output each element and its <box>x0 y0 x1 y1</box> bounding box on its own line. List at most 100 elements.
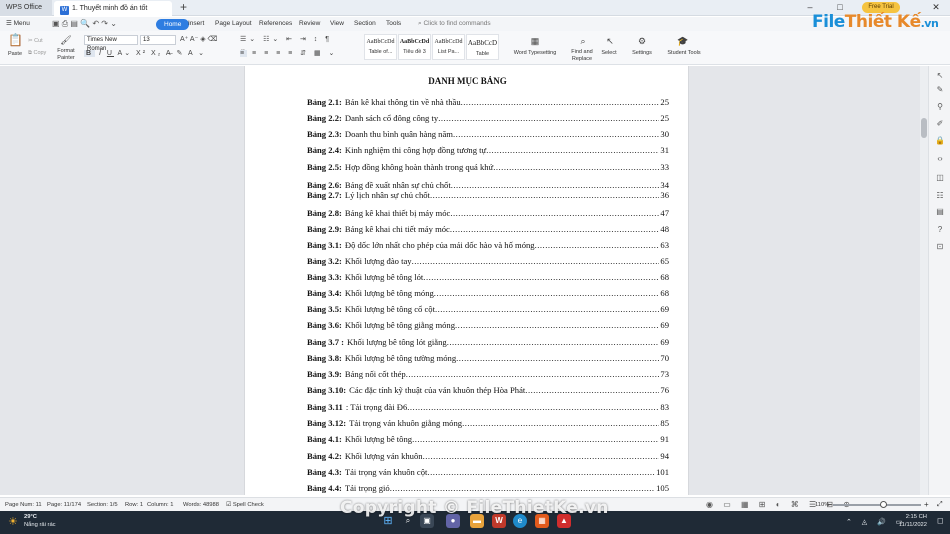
tab-tools[interactable]: Tools <box>386 17 401 31</box>
zoom-slider-handle[interactable] <box>880 501 887 508</box>
select-button[interactable]: Select <box>598 50 620 57</box>
settings-button[interactable]: Settings <box>626 50 658 57</box>
table-list-entry[interactable]: Bảng 2.8:Bảng kê khai thiết bị máy móc 47 <box>307 207 669 219</box>
table-list-entry[interactable]: Bảng 2.4: Kinh nghiệm thi công hợp đồng t… <box>307 144 669 156</box>
layers-icon[interactable]: ▤ <box>934 206 946 218</box>
table-list-entry[interactable]: Bảng 3.6:Khối lượng bê tông giằng móng 69 <box>307 319 669 331</box>
help-icon[interactable]: ? <box>934 224 946 236</box>
style-table[interactable]: AaBbCcD Table <box>466 34 499 60</box>
table-list-entry[interactable]: Bảng 3.5:Khối lượng bê tông cổ cột 69 <box>307 303 669 315</box>
spell-check-toggle[interactable]: ☑ Spell Check <box>226 498 264 512</box>
table-list-entry[interactable]: Bảng 2.2:Danh sách cổ đông công ty 25 <box>307 112 669 124</box>
edit-icon[interactable]: ✐ <box>934 118 946 130</box>
table-list-entry[interactable]: Bảng 2.7:Lý lịch nhân sự chủ chốt 36 <box>307 189 669 201</box>
student-tools-icon[interactable]: 🎓 <box>677 36 689 46</box>
font-name-select[interactable]: Times New Roman <box>84 35 138 52</box>
tab-page-layout[interactable]: Page Layout <box>215 17 252 31</box>
status-page-num[interactable]: Page Num: 11 <box>5 498 42 512</box>
word-typesetting-icon[interactable]: ▦ <box>528 36 542 46</box>
font-size-controls[interactable]: A⁺ A⁻ ◈ ⌫ <box>180 35 236 45</box>
tab-references[interactable]: References <box>259 17 292 31</box>
zoom-out-button[interactable]: – <box>828 498 832 512</box>
scrollbar-thumb[interactable] <box>921 118 927 138</box>
share-icon[interactable]: ⊡ <box>934 241 946 253</box>
table-list-entry[interactable]: Bảng 3.9:Bảng nối cốt thép 73 <box>307 368 669 380</box>
pen-icon[interactable]: ✎ <box>934 84 946 96</box>
table-list-entry[interactable]: Bảng 3.7 :Khối lượng bê tông lót giằng 69 <box>307 336 669 348</box>
tab-view[interactable]: View <box>330 17 344 31</box>
table-list-entry[interactable]: Bảng 3.4:Khối lượng bê tông móng 68 <box>307 287 669 299</box>
table-list-entry[interactable]: Bảng 4.3:Tải trọng ván khuôn cột 101 <box>307 466 669 478</box>
find-replace-button[interactable]: Find and Replace <box>568 49 596 63</box>
table-list-entry[interactable]: Bảng 3.1: Độ dốc lớn nhất cho phép của má… <box>307 239 669 251</box>
paste-button[interactable]: Paste <box>4 51 26 58</box>
tab-home[interactable]: Home <box>156 19 190 30</box>
table-list-entry[interactable]: Bảng 4.4:Tải trọng gió 105 <box>307 482 669 494</box>
word-typesetting-button[interactable]: Word Typesetting <box>508 50 562 57</box>
table-list-entry[interactable]: Bảng 2.3:Doanh thu bình quân hàng năm 30 <box>307 128 669 140</box>
tab-insert[interactable]: Insert <box>188 17 204 31</box>
table-list-entry[interactable]: Bảng 2.5: Hợp đồng không hoàn thành trong… <box>307 161 669 173</box>
format-painter-button[interactable]: Format Painter <box>54 48 78 62</box>
page-number: 94 <box>660 451 669 461</box>
status-page[interactable]: Page: 11/174 <box>47 498 81 512</box>
table-list-entry[interactable]: Bảng 4.1:Khối lượng bê tông 91 <box>307 433 669 445</box>
table-list-entry[interactable]: Bảng 3.3:Khối lượng bê tông lót 68 <box>307 271 669 283</box>
copyright-watermark: Copyright © FileThietKe.vn <box>340 498 609 518</box>
table-list-entry[interactable]: Bảng 4.2:Khối lượng ván khuôn 94 <box>307 450 669 462</box>
student-tools-button[interactable]: Student Tools <box>662 50 706 57</box>
status-words[interactable]: Words: 48988 <box>183 498 219 512</box>
lock-icon[interactable]: 🔒 <box>934 135 946 147</box>
zoom-slider[interactable] <box>833 504 921 506</box>
font-size-select[interactable]: 13 <box>140 35 176 45</box>
style-list-paragraph[interactable]: AaBbCcDd List Pa... <box>432 34 465 60</box>
document-tab[interactable]: W1. Thuyết minh đồ án tốt nghiệp <box>54 1 172 28</box>
new-tab-button[interactable]: + <box>180 0 187 15</box>
style-table-of[interactable]: AaBbCcDd Table of... <box>364 34 397 60</box>
find-replace-icon[interactable]: ⌕ <box>576 36 590 46</box>
leader-dots <box>427 466 655 478</box>
command-search[interactable]: ⌕ Click to find commands <box>418 17 491 31</box>
cut-button[interactable]: ✂ Cut <box>28 38 43 45</box>
style-tieu-de-3[interactable]: AaBbCcDd Tiêu đề 3 <box>398 34 431 60</box>
weather-description[interactable]: Nắng rải rác <box>24 522 56 528</box>
tab-review[interactable]: Review <box>299 17 320 31</box>
settings-icon[interactable]: ⚙ <box>636 36 648 46</box>
pointer-icon[interactable]: ↖ <box>934 70 946 82</box>
table-caption: Danh sách cổ đông công ty <box>344 113 439 123</box>
table-list-entry[interactable]: Bảng 3.11: Tải trọng đài Đ6 83 <box>307 401 669 413</box>
document-canvas[interactable]: DANH MỤC BẢNG Bảng 2.1: Bản kê khai thông… <box>0 66 920 495</box>
select-cursor-icon[interactable]: ↖ <box>604 36 616 46</box>
table-list-entry[interactable]: Bảng 3.10: Các đặc tính kỹ thuật của ván … <box>307 384 669 396</box>
notification-icon[interactable]: ◻ <box>937 516 944 525</box>
adjust-icon[interactable]: ⚲ <box>934 101 946 113</box>
table-caption: Tải trọng gió <box>344 483 390 493</box>
tab-section[interactable]: Section <box>354 17 376 31</box>
cube-icon[interactable]: ◫ <box>934 172 946 184</box>
table-list-entry[interactable]: Bảng 2.1: Bản kê khai thông tin về nhà th… <box>307 96 669 108</box>
table-list-entry[interactable]: Bảng 3.12: Tải trọng ván khuôn giằng móng… <box>307 417 669 429</box>
format-painter-icon[interactable]: 🖌 <box>60 35 72 45</box>
main-menu-button[interactable]: ☰ Menu <box>6 17 30 31</box>
table-list-entry[interactable]: Bảng 2.9:Bảng kê khai chi tiết máy móc 48 <box>307 223 669 235</box>
document-page[interactable]: DANH MỤC BẢNG Bảng 2.1: Bản kê khai thông… <box>244 66 689 495</box>
clock-time[interactable]: 2:15 CH <box>881 514 927 520</box>
zoom-in-button[interactable]: + <box>924 498 929 512</box>
clock-date[interactable]: 11/11/2022 <box>881 522 927 528</box>
leader-dots <box>412 255 660 267</box>
status-section[interactable]: Section: 1/5 <box>87 498 118 512</box>
weather-temperature[interactable]: 29°C <box>24 514 37 520</box>
table-list-entry[interactable]: Bảng 3.2:Khối lượng đào tay 65 <box>307 255 669 267</box>
paragraph-align-icons[interactable]: ≡ ≡ ≡ ≡ ≡ ⇵ ▦ ⌄ <box>240 49 360 59</box>
paste-icon[interactable]: 📋 <box>8 34 23 46</box>
copy-button[interactable]: ⧉ Copy <box>28 50 46 57</box>
quick-access-icons[interactable]: ▣ ⎙ ▤ 🔍 ↶ ↷ ⌄ <box>52 17 117 31</box>
code-icon[interactable]: ‹› <box>934 153 946 165</box>
fullscreen-icon[interactable]: ⤢ <box>937 498 943 512</box>
wps-office-tab[interactable]: WPS Office <box>0 0 52 16</box>
page-number: 73 <box>660 369 669 379</box>
sliders-icon[interactable]: ☷ <box>934 190 946 202</box>
font-format-icons[interactable]: B I U A⌄ X² X₂ A̶ ✎ A ⌄ <box>84 49 234 59</box>
table-list-entry[interactable]: Bảng 3.8:Khối lượng bê tông tường móng 70 <box>307 352 669 364</box>
spell-check-icon: ☑ <box>226 502 233 508</box>
